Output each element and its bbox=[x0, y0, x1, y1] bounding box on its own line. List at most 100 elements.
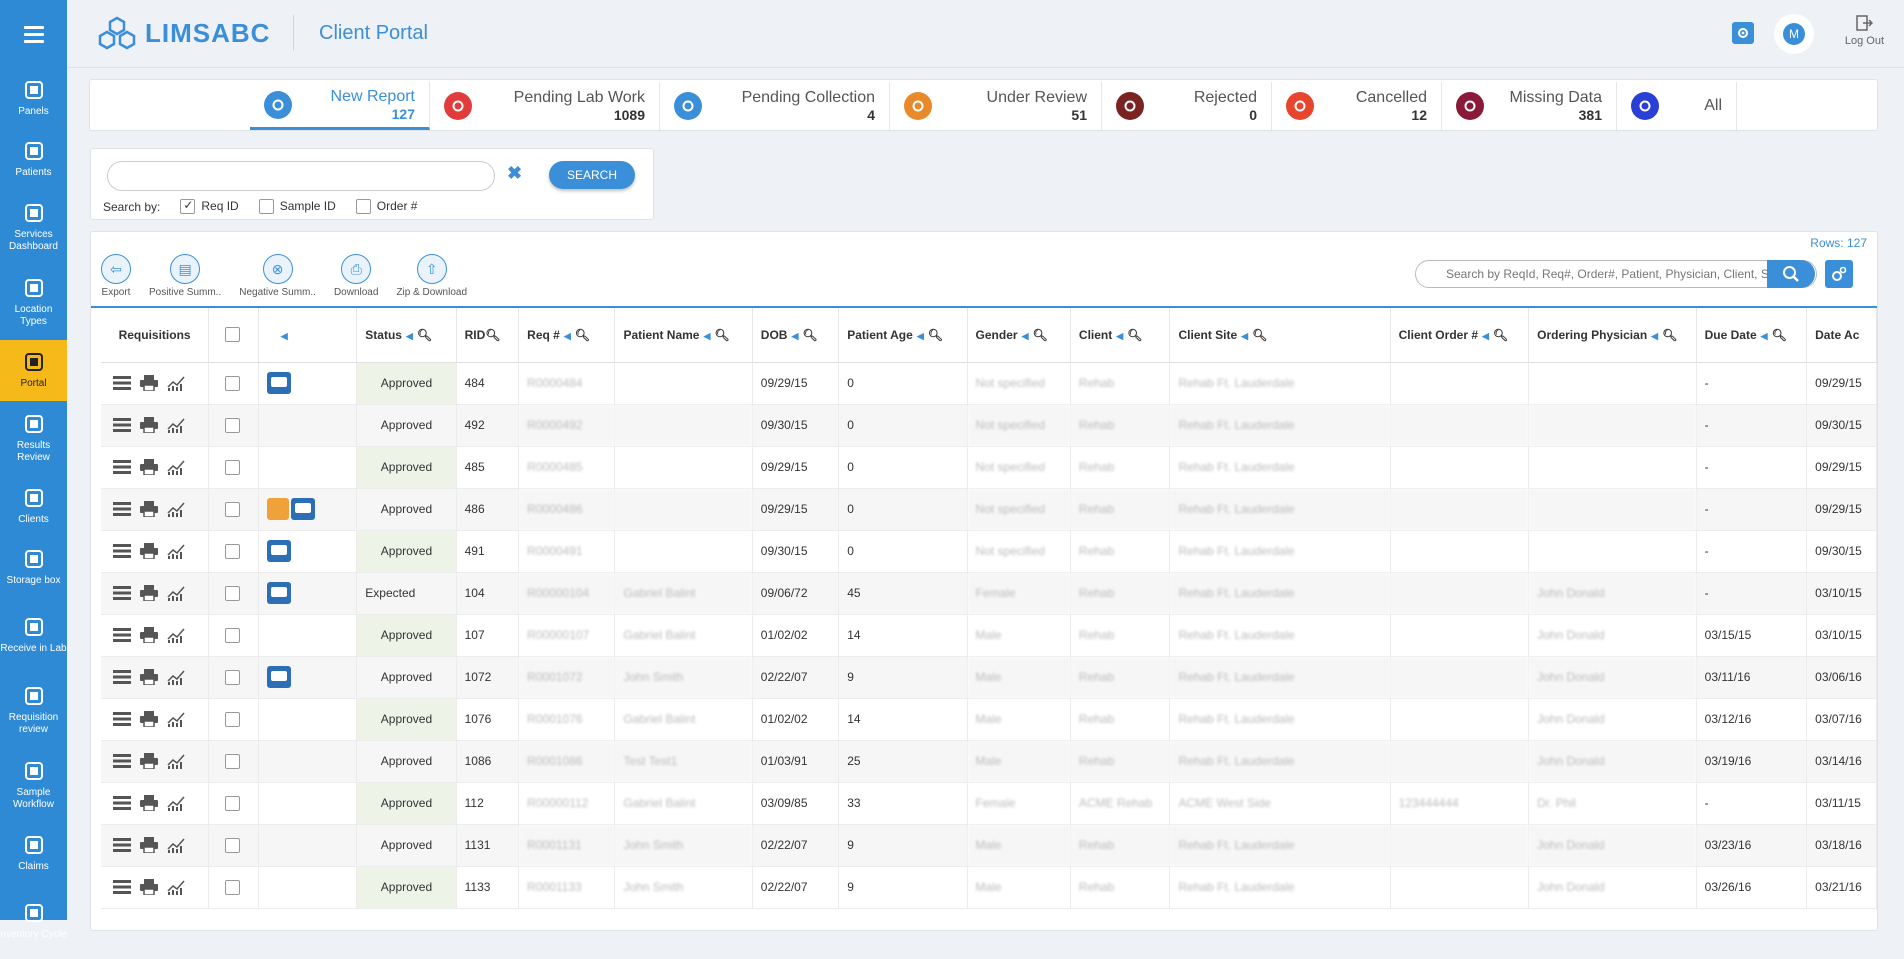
chart-icon[interactable] bbox=[167, 417, 185, 433]
sidebar-item-storage[interactable]: Storage box bbox=[0, 537, 67, 598]
chart-icon[interactable] bbox=[167, 627, 185, 643]
sidebar-item-receive[interactable]: Receive in Lab bbox=[0, 598, 67, 673]
column-header-gender[interactable]: Gender ◀ 🔍︎ bbox=[967, 308, 1071, 363]
sort-icon[interactable]: ◀ bbox=[791, 331, 798, 341]
comment-icon[interactable] bbox=[266, 540, 291, 562]
menu-icon[interactable] bbox=[113, 669, 131, 685]
comment-icon[interactable] bbox=[266, 582, 291, 604]
column-search-icon[interactable]: 🔍︎ bbox=[928, 328, 943, 342]
chart-icon[interactable] bbox=[167, 543, 185, 559]
sort-icon[interactable]: ◀ bbox=[406, 331, 413, 341]
table-row[interactable]: Approved 491 R0000491 09/30/15 0 Not specifie… bbox=[101, 530, 1877, 573]
print-icon[interactable] bbox=[140, 501, 158, 518]
column-header-patient-name[interactable]: Patient Name ◀ 🔍︎ bbox=[614, 308, 753, 363]
row-checkbox[interactable] bbox=[225, 459, 241, 475]
search-by-sample-id-checkbox[interactable] bbox=[258, 199, 274, 215]
column-header-requisitions[interactable]: Requisitions bbox=[101, 308, 210, 363]
table-row[interactable]: Approved 1131 R0001131 John Smith 02/22/07 9 M… bbox=[101, 824, 1877, 867]
export-button[interactable]: ⇦ Export bbox=[101, 254, 131, 298]
search-input[interactable] bbox=[107, 161, 495, 191]
row-checkbox[interactable] bbox=[225, 879, 241, 895]
logo[interactable]: LIMSABC bbox=[97, 16, 270, 50]
column-header-status[interactable]: Status ◀ 🔍︎ bbox=[356, 308, 457, 363]
sidebar-item-results[interactable]: Results Review bbox=[0, 401, 67, 476]
tab-cancelled[interactable]: Cancelled 12 bbox=[1272, 82, 1442, 130]
column-header-client-order[interactable]: Client Order # ◀ 🔍︎ bbox=[1390, 308, 1530, 363]
menu-icon[interactable] bbox=[113, 753, 131, 769]
menu-icon[interactable] bbox=[113, 459, 131, 475]
chart-icon[interactable] bbox=[167, 837, 185, 853]
menu-icon[interactable] bbox=[113, 627, 131, 643]
sidebar-item-services[interactable]: Services Dashboard bbox=[0, 190, 67, 265]
column-header-due-date[interactable]: Due Date ◀ 🔍︎ bbox=[1696, 308, 1808, 363]
column-search-icon[interactable]: 🔍︎ bbox=[575, 328, 590, 342]
sidebar-item-clients[interactable]: Clients bbox=[0, 476, 67, 537]
row-checkbox[interactable] bbox=[225, 585, 241, 601]
comment-icon[interactable] bbox=[266, 372, 291, 394]
table-row[interactable]: Approved 1086 R0001086 Test Test1 01/03/91 25… bbox=[101, 740, 1877, 783]
chart-icon[interactable] bbox=[167, 711, 185, 727]
positive-summary-button[interactable]: ▤ Positive Summ.. bbox=[149, 254, 221, 298]
sidebar-item-workflow[interactable]: Sample Workflow bbox=[0, 748, 67, 823]
chart-icon[interactable] bbox=[167, 879, 185, 895]
print-icon[interactable] bbox=[140, 753, 158, 770]
sort-icon[interactable]: ◀ bbox=[1022, 331, 1029, 341]
avatar[interactable]: M bbox=[1774, 14, 1814, 54]
menu-icon[interactable] bbox=[113, 711, 131, 727]
column-header-ordering-physician[interactable]: Ordering Physician ◀ 🔍︎ bbox=[1528, 308, 1697, 363]
sort-icon[interactable]: ◀ bbox=[1116, 331, 1123, 341]
print-icon[interactable] bbox=[140, 627, 158, 644]
column-search-icon[interactable]: 🔍︎ bbox=[1772, 328, 1787, 342]
chart-icon[interactable] bbox=[167, 753, 185, 769]
menu-icon[interactable] bbox=[113, 585, 131, 601]
table-row[interactable]: Approved 484 R0000484 09/29/15 0 Not specifie… bbox=[101, 362, 1877, 405]
column-search-icon[interactable]: 🔍︎ bbox=[485, 328, 500, 342]
row-checkbox[interactable] bbox=[225, 501, 241, 517]
tab-all[interactable]: All bbox=[1617, 82, 1737, 130]
chart-icon[interactable] bbox=[167, 585, 185, 601]
grid-settings-button[interactable] bbox=[1825, 260, 1853, 288]
print-icon[interactable] bbox=[140, 837, 158, 854]
print-icon[interactable] bbox=[140, 879, 158, 896]
select-all-checkbox[interactable] bbox=[225, 327, 241, 343]
table-row[interactable]: Expected 104 R00000104 Gabriel Balint 09/06/… bbox=[101, 572, 1877, 615]
logout-button[interactable]: Log Out bbox=[1845, 14, 1884, 47]
row-checkbox[interactable] bbox=[225, 375, 241, 391]
print-icon[interactable] bbox=[140, 795, 158, 812]
table-row[interactable]: Approved 1072 R0001072 John Smith 02/22/07 9 M… bbox=[101, 656, 1877, 699]
search-by-order-checkbox[interactable] bbox=[355, 199, 371, 215]
menu-icon[interactable] bbox=[113, 879, 131, 895]
table-row[interactable]: Approved 486 R0000486 09/29/15 0 Not specifie… bbox=[101, 488, 1877, 531]
clear-search-icon[interactable]: ✖ bbox=[507, 163, 522, 184]
sidebar-item-patients[interactable]: Patients bbox=[0, 129, 67, 190]
negative-summary-button[interactable]: ⊗ Negative Summ.. bbox=[239, 254, 316, 298]
chart-icon[interactable] bbox=[167, 375, 185, 391]
row-checkbox[interactable] bbox=[225, 543, 241, 559]
column-search-icon[interactable]: 🔍︎ bbox=[1493, 328, 1508, 342]
sort-icon[interactable]: ◀ bbox=[703, 331, 710, 341]
table-row[interactable]: Approved 112 R00000112 Gabriel Balint 03/09/… bbox=[101, 782, 1877, 825]
sidebar-item-requisition[interactable]: Requisition review bbox=[0, 673, 67, 748]
print-icon[interactable] bbox=[140, 543, 158, 560]
sidebar-item-panels[interactable]: Panels bbox=[0, 68, 67, 129]
row-checkbox[interactable] bbox=[225, 753, 241, 769]
table-row[interactable]: Approved 1133 R0001133 John Smith 02/22/07 9 M… bbox=[101, 866, 1877, 909]
menu-icon[interactable] bbox=[113, 543, 131, 559]
print-icon[interactable] bbox=[140, 669, 158, 686]
tab-pending-lab-work[interactable]: Pending Lab Work 1089 bbox=[430, 82, 660, 130]
sort-icon[interactable]: ◀ bbox=[1761, 331, 1768, 341]
print-icon[interactable] bbox=[140, 585, 158, 602]
search-by-req-id-checkbox[interactable] bbox=[180, 198, 196, 215]
menu-icon[interactable] bbox=[113, 375, 131, 391]
tab-rejected[interactable]: Rejected 0 bbox=[1102, 82, 1272, 130]
settings-button[interactable] bbox=[1732, 22, 1754, 44]
tab-missing-data[interactable]: Missing Data 381 bbox=[1442, 82, 1617, 130]
print-icon[interactable] bbox=[140, 375, 158, 392]
column-header-col-2[interactable]: ◀ bbox=[258, 308, 358, 363]
menu-toggle[interactable] bbox=[0, 0, 67, 68]
column-header-patient-age[interactable]: Patient Age ◀ 🔍︎ bbox=[838, 308, 968, 363]
menu-icon[interactable] bbox=[113, 417, 131, 433]
tab-pending-collection[interactable]: Pending Collection 4 bbox=[660, 82, 890, 130]
table-row[interactable]: Approved 485 R0000485 09/29/15 0 Not specifie… bbox=[101, 446, 1877, 489]
sort-icon[interactable]: ◀ bbox=[917, 331, 924, 341]
